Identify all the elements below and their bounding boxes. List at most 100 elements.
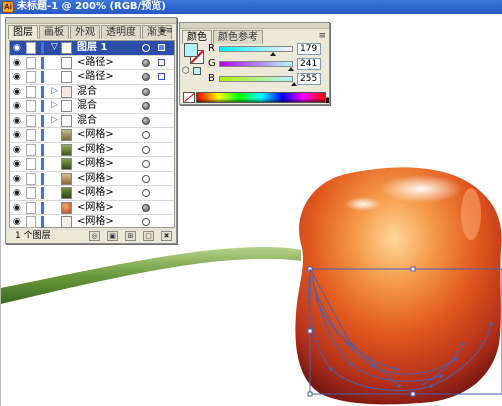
layer-row[interactable]: ◉ ▷ 混合 [10,99,174,114]
fill-swatch[interactable] [184,43,198,57]
color-spectrum-bar[interactable] [196,92,326,103]
expand-arrow-icon[interactable]: ▽ [51,42,58,52]
visibility-eye-icon[interactable]: ◉ [13,43,23,53]
window-title-bar[interactable]: Ai 未标题-1 @ 200% (RGB/预览) [0,0,502,14]
target-circle-icon[interactable] [142,73,150,81]
target-circle-icon[interactable] [142,44,150,52]
layer-name[interactable]: <网格> [77,173,114,185]
target-circle-icon[interactable] [142,174,150,183]
target-circle-icon[interactable] [142,145,150,154]
expand-arrow-icon[interactable]: ▷ [51,86,58,96]
make-clipping-mask-icon[interactable]: ▣ [107,231,118,241]
lock-toggle[interactable] [26,71,36,83]
layer-name[interactable]: <路径> [77,71,114,83]
visibility-eye-icon[interactable]: ◉ [13,116,23,126]
blue-slider-track[interactable] [219,76,293,82]
layer-row[interactable]: ◉ <路径> [10,70,174,85]
visibility-eye-icon[interactable]: ◉ [13,217,23,227]
target-circle-icon[interactable] [142,218,150,226]
target-circle-icon[interactable] [142,189,150,197]
tab-color[interactable]: 颜色 [182,30,212,44]
target-circle-icon[interactable] [142,160,150,168]
layer-row[interactable]: ◉ <网格> [10,157,174,172]
lock-toggle[interactable] [26,85,36,98]
expand-arrow-icon[interactable]: ▷ [51,115,58,125]
layer-name[interactable]: <网格> [77,187,114,199]
lock-toggle[interactable] [26,187,36,199]
lock-toggle[interactable] [26,42,36,54]
new-layer-icon[interactable]: ▢ [143,231,154,241]
green-value-field[interactable]: 241 [297,58,321,70]
layer-name[interactable]: <路径> [77,57,114,69]
blue-value-field[interactable]: 255 [297,73,321,85]
lock-toggle[interactable] [26,114,36,127]
layer-row-header[interactable]: ◉ ▽ 图层 1 [10,41,174,56]
lock-toggle[interactable] [26,100,36,112]
visibility-eye-icon[interactable]: ◉ [13,188,23,198]
red-slider-track[interactable] [219,46,293,52]
lock-toggle[interactable] [26,143,36,156]
target-circle-icon[interactable] [142,116,150,125]
layer-row[interactable]: ◉ <网格> [10,215,174,230]
black-white-swatch[interactable] [326,92,329,103]
layer-name[interactable]: 混合 [77,86,97,98]
target-circle-icon[interactable] [142,87,150,96]
layer-row[interactable]: ◉ ▷ 混合 [10,114,174,128]
target-circle-icon[interactable] [142,203,150,212]
layer-row[interactable]: ◉ <网格> [10,172,174,186]
lock-toggle[interactable] [26,216,36,228]
tab-appearance[interactable]: 外观 [70,25,100,39]
layer-name[interactable]: <网格> [77,129,114,141]
layer-name[interactable]: <网格> [77,216,114,228]
none-color-swatch[interactable] [183,92,195,103]
tab-artboards[interactable]: 画板 [39,25,69,39]
red-value-field[interactable]: 179 [297,43,321,55]
tab-layers[interactable]: 图层 [8,25,38,39]
web-safe-swatch[interactable] [193,67,201,75]
layer-name[interactable]: 混合 [77,115,97,127]
layer-row[interactable]: ◉ <网格> [10,186,174,201]
layer-name[interactable]: 图层 1 [77,42,107,54]
visibility-eye-icon[interactable]: ◉ [13,159,23,169]
lock-toggle[interactable] [26,56,36,69]
red-slider-handle[interactable] [270,52,276,56]
visibility-eye-icon[interactable]: ◉ [13,87,23,97]
lock-toggle[interactable] [26,201,36,214]
layer-row[interactable]: ◉ <网格> [10,128,174,143]
target-circle-icon[interactable] [142,102,150,110]
lock-toggle[interactable] [26,158,36,170]
lock-toggle[interactable] [26,129,36,141]
layer-row[interactable]: ◉ <网格> [10,201,174,215]
target-circle-icon[interactable] [142,131,150,139]
expand-arrow-icon[interactable]: ▷ [51,100,58,110]
selection-indicator[interactable] [158,44,165,51]
visibility-eye-icon[interactable]: ◉ [13,203,23,213]
visibility-eye-icon[interactable]: ◉ [13,72,23,82]
tab-transparency[interactable]: 透明度 [101,25,141,39]
visibility-eye-icon[interactable]: ◉ [13,174,23,184]
panel-grip[interactable] [6,18,176,24]
layer-row[interactable]: ◉ <网格> [10,143,174,157]
layer-row[interactable]: ◉ <路径> [10,56,174,70]
lock-toggle[interactable] [26,172,36,185]
green-slider-track[interactable] [219,61,293,67]
target-circle-icon[interactable] [142,58,150,67]
locate-object-icon[interactable]: ◎ [89,231,100,241]
tab-color-guide[interactable]: 颜色参考 [213,30,263,44]
web-safe-cube-icon[interactable]: ⬡ [182,66,192,76]
selection-indicator[interactable] [158,58,165,66]
visibility-eye-icon[interactable]: ◉ [13,58,23,68]
panel-menu-icon[interactable]: ▸≡ [161,26,173,36]
panel-menu-icon[interactable]: ≡ [318,31,326,41]
layer-name[interactable]: <网格> [77,202,114,214]
selection-indicator[interactable] [158,73,165,80]
layer-name[interactable]: 混合 [77,100,97,112]
visibility-eye-icon[interactable]: ◉ [13,101,23,111]
layers-list[interactable]: ◉ ▽ 图层 1 ◉ <路径> ◉ <路径> ◉ ▷ 混合 ◉ ▷ 混合 ◉ ▷… [9,40,175,230]
panel-grip[interactable] [180,23,329,29]
layer-name[interactable]: <网格> [77,158,114,170]
new-sublayer-icon[interactable]: ⊞ [125,231,136,241]
delete-layer-icon[interactable]: ✖ [161,231,172,241]
visibility-eye-icon[interactable]: ◉ [13,130,23,140]
layer-row[interactable]: ◉ ▷ 混合 [10,85,174,99]
